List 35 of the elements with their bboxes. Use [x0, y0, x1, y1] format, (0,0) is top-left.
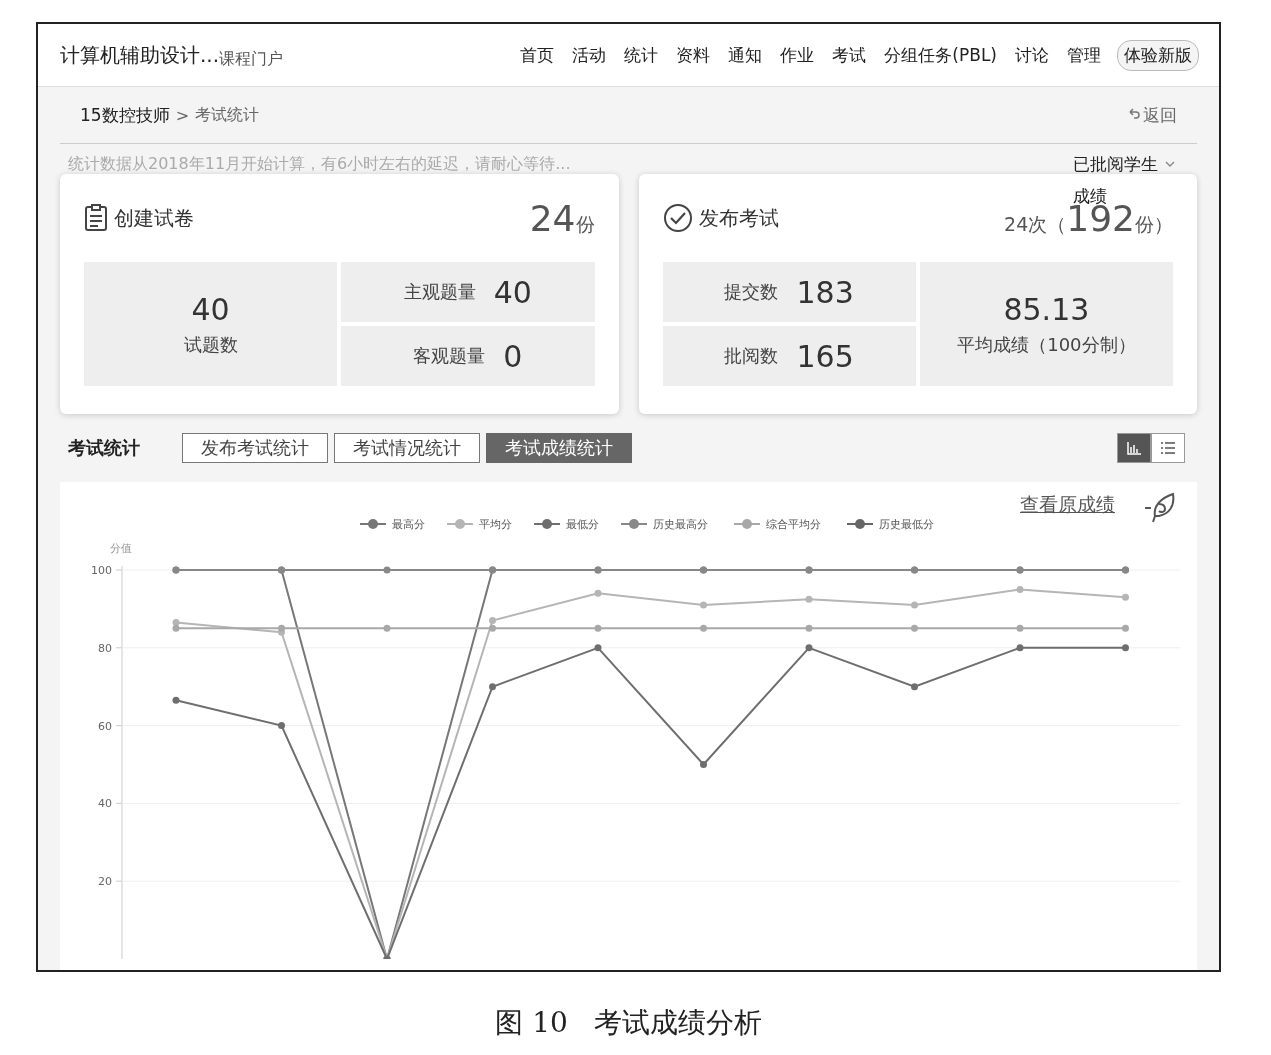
legend-label: 平均分	[479, 518, 512, 531]
card-total: 24份	[529, 197, 595, 239]
card-title: 发布考试	[698, 204, 779, 232]
portal-label: 课程门户	[219, 48, 284, 70]
stat-label: 提交数	[724, 280, 779, 304]
breadcrumb-separator: >	[175, 105, 190, 125]
stat-label: 平均成绩（100分制）	[957, 332, 1136, 357]
axis-title: 分值	[110, 542, 132, 555]
legend-label: 历史最高分	[653, 518, 708, 531]
legend-label: 最高分	[392, 518, 425, 531]
tick-label: 60	[98, 719, 112, 733]
stat-value: 85.13	[1003, 291, 1090, 327]
stat-label: 试题数	[183, 332, 238, 357]
tick-label: 20	[98, 875, 112, 889]
stat-label: 客观题量	[413, 344, 486, 368]
breadcrumb-item: 考试统计	[195, 104, 260, 126]
section-title: 考试统计	[68, 436, 140, 460]
stat-value: 40	[191, 291, 230, 327]
stat-value: 183	[796, 274, 854, 310]
notice-text: 统计数据从2018年11月开始计算，有6小时左右的延迟，请耐心等待...	[68, 154, 571, 175]
course-title: 计算机辅助设计...	[60, 41, 220, 69]
stat-value: 165	[796, 338, 854, 374]
figure-number: 图 10	[495, 1005, 568, 1041]
stat-label: 批阅数	[724, 344, 779, 368]
legend-label: 综合平均分	[766, 518, 821, 531]
stat-value: 40	[493, 274, 532, 310]
tick-label: 40	[98, 797, 112, 811]
tick-label: 100	[91, 564, 112, 577]
figure-caption: 考试成绩分析	[593, 1005, 762, 1041]
tick-label: 80	[98, 641, 112, 655]
card-title: 创建试卷	[114, 204, 194, 232]
stat-value: 0	[503, 338, 523, 374]
stat-label: 主观题量	[403, 280, 476, 304]
legend-label: 最低分	[566, 518, 599, 531]
legend-label: 历史最低分	[879, 518, 934, 531]
